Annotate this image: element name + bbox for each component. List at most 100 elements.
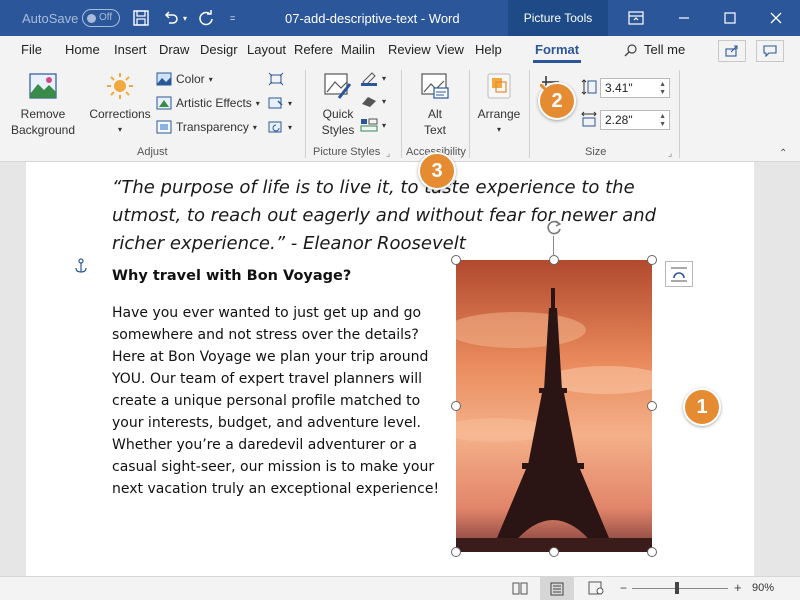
print-layout-icon[interactable]: [540, 577, 574, 600]
autosave-toggle[interactable]: Off: [82, 9, 120, 27]
artistic-effects-button[interactable]: Artistic Effects ▾: [156, 96, 260, 110]
remove-background-button[interactable]: Remove Background: [8, 72, 78, 138]
resize-handle[interactable]: [647, 547, 657, 557]
picture-layout-button[interactable]: ▾: [360, 118, 386, 132]
corrections-label: Corrections: [89, 107, 151, 121]
redo-icon[interactable]: [197, 0, 215, 36]
resize-handle[interactable]: [647, 401, 657, 411]
rotate-handle-icon[interactable]: [544, 218, 564, 241]
group-separator: [401, 70, 402, 158]
close-icon[interactable]: [752, 0, 800, 36]
color-button[interactable]: Color ▾: [156, 72, 213, 86]
zoom-in-icon[interactable]: +: [734, 580, 742, 595]
web-layout-icon[interactable]: [588, 581, 604, 598]
document-title: 07-add-descriptive-text - Word: [285, 10, 460, 26]
alt-text-icon: [421, 73, 449, 99]
width-down-arrow-icon[interactable]: ▼: [659, 121, 666, 128]
width-field[interactable]: 2.28" ▲ ▼: [600, 110, 670, 130]
lightbulb-search-icon: [624, 43, 637, 56]
comment-icon: [763, 45, 777, 57]
remove-background-line2: Background: [10, 123, 76, 137]
corrections-button[interactable]: Corrections ▾: [86, 72, 154, 138]
undo-icon[interactable]: [162, 0, 180, 36]
share-button[interactable]: [718, 40, 746, 62]
reset-picture-icon: [268, 121, 282, 133]
resize-handle[interactable]: [549, 547, 559, 557]
change-picture-button[interactable]: ▾: [268, 96, 292, 110]
tab-insert[interactable]: Insert: [114, 42, 147, 57]
height-up-arrow-icon[interactable]: ▲: [659, 81, 666, 88]
quick-styles-icon: [324, 73, 352, 99]
width-up-arrow-icon[interactable]: ▲: [659, 113, 666, 120]
anchor-icon: [74, 258, 88, 277]
group-label-picture-styles: Picture Styles: [313, 146, 381, 158]
save-icon[interactable]: [132, 0, 150, 36]
undo-dropdown-icon[interactable]: ▾: [183, 0, 187, 36]
resize-handle[interactable]: [549, 255, 559, 265]
zoom-level[interactable]: 90%: [752, 582, 774, 594]
tab-references[interactable]: Refere: [294, 42, 333, 57]
transparency-label: Transparency: [176, 120, 249, 134]
group-separator: [305, 70, 306, 158]
tab-review[interactable]: Review: [388, 42, 431, 57]
collapse-ribbon-icon[interactable]: ⌃: [779, 148, 787, 159]
arrange-dropdown-icon: ▾: [496, 125, 501, 134]
picture-styles-launcher-icon[interactable]: ⌟: [386, 148, 390, 159]
quick-styles-button[interactable]: Quick Styles: [312, 72, 364, 138]
corrections-dropdown-icon: ▾: [117, 125, 122, 134]
eiffel-tower-picture[interactable]: [456, 260, 652, 552]
tab-help[interactable]: Help: [475, 42, 502, 57]
layout-options-button[interactable]: [665, 261, 693, 287]
height-icon: [580, 78, 598, 96]
tab-draw[interactable]: Draw: [159, 42, 189, 57]
resize-handle[interactable]: [451, 255, 461, 265]
tab-design[interactable]: Desigr: [200, 42, 238, 57]
zoom-slider-track[interactable]: [632, 588, 728, 589]
arrange-button[interactable]: Arrange ▾: [474, 72, 524, 138]
alt-text-line2: Text: [423, 123, 446, 137]
picture-border-icon: [361, 72, 377, 86]
minimize-icon[interactable]: [660, 0, 708, 36]
picture-border-button[interactable]: ▾: [360, 70, 386, 86]
zoom-slider-thumb[interactable]: [675, 582, 679, 594]
resize-handle[interactable]: [451, 547, 461, 557]
color-dropdown-icon: ▾: [208, 74, 213, 84]
comments-button[interactable]: [756, 40, 784, 62]
tab-mailings[interactable]: Mailin: [341, 42, 375, 57]
reset-picture-button[interactable]: ▾: [268, 120, 292, 134]
width-icon: [580, 110, 598, 128]
picture-effects-button[interactable]: ▾: [360, 94, 386, 108]
color-icon: [156, 72, 172, 86]
share-icon: [725, 45, 738, 57]
resize-handle[interactable]: [451, 401, 461, 411]
tab-layout[interactable]: Layout: [247, 42, 286, 57]
transparency-button[interactable]: Transparency ▾: [156, 120, 257, 134]
tell-me-box[interactable]: Tell me: [624, 42, 685, 57]
alt-text-line1: Alt: [427, 107, 442, 121]
section-heading: Why travel with Bon Voyage?: [112, 268, 352, 284]
customize-qat-icon[interactable]: =: [230, 0, 235, 36]
height-value: 3.41": [605, 81, 633, 95]
group-label-adjust: Adjust: [137, 146, 168, 158]
ribbon-display-icon[interactable]: [612, 0, 660, 36]
remove-background-line1: Remove: [20, 107, 66, 121]
tab-format[interactable]: Format: [535, 42, 579, 57]
resize-handle[interactable]: [647, 255, 657, 265]
tab-home[interactable]: Home: [65, 42, 100, 57]
height-field[interactable]: 3.41" ▲ ▼: [600, 78, 670, 98]
alt-text-button[interactable]: Alt Text: [410, 72, 460, 138]
size-launcher-icon[interactable]: ⌟: [668, 148, 672, 159]
group-label-size: Size: [585, 146, 607, 158]
tab-view[interactable]: View: [436, 42, 464, 57]
maximize-icon[interactable]: [706, 0, 754, 36]
compress-pictures-button[interactable]: [268, 72, 284, 86]
autosave-state: Off: [99, 12, 113, 23]
quick-styles-line2: Styles: [321, 123, 355, 137]
picture-border-dropdown-icon: ▾: [382, 73, 387, 83]
zoom-out-icon[interactable]: −: [620, 581, 627, 595]
height-down-arrow-icon[interactable]: ▼: [659, 89, 666, 96]
document-page[interactable]: “The purpose of life is to live it, to t…: [26, 162, 754, 576]
read-mode-icon[interactable]: [512, 581, 528, 598]
tab-file[interactable]: File: [21, 42, 42, 57]
change-picture-icon: [268, 97, 283, 109]
